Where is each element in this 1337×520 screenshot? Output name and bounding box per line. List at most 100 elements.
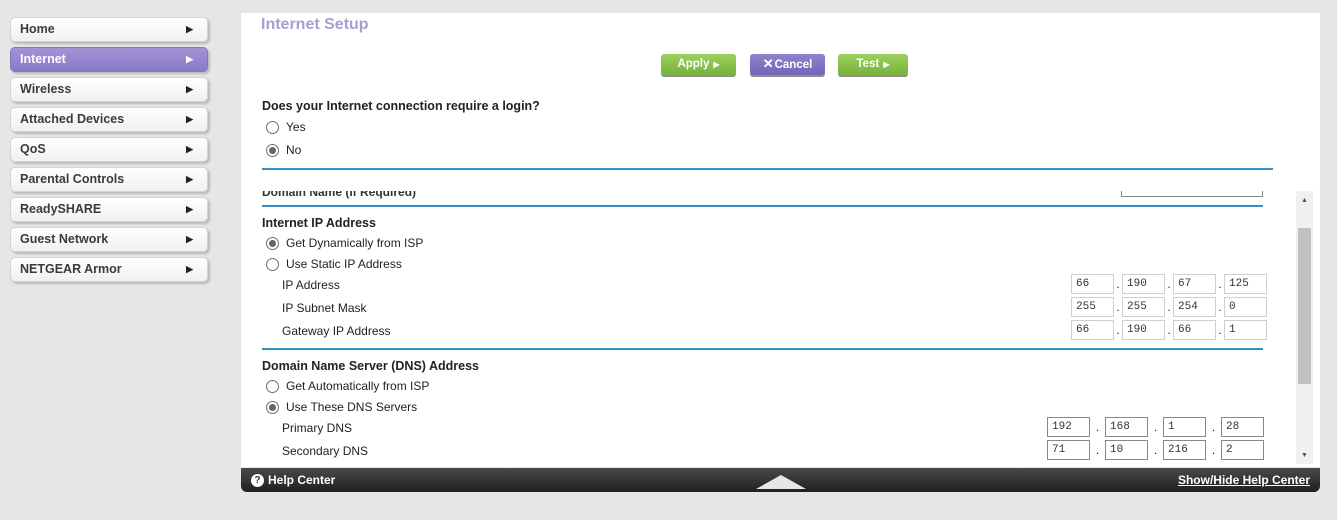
dns-auto-radio[interactable] [266, 379, 279, 393]
login-yes-radio[interactable] [266, 120, 279, 134]
sidebar-item-label: Attached Devices [20, 112, 125, 126]
triangle-right-icon: ▶ [186, 204, 193, 214]
ip-static-option[interactable]: Use Static IP Address [266, 257, 402, 271]
login-no-option[interactable]: No [266, 143, 301, 157]
subnet-octet-input[interactable]: 255 [1071, 297, 1114, 317]
gateway-octet-input[interactable]: 66 [1173, 320, 1216, 340]
sidebar-item-netgear-armor[interactable]: NETGEAR Armor ▶ [10, 257, 208, 282]
vertical-scrollbar[interactable]: ▲ ▼ [1296, 191, 1313, 464]
question-circle-icon: ? [251, 473, 264, 487]
subnet-octet-input[interactable]: 0 [1224, 297, 1267, 317]
ip-section-title: Internet IP Address [262, 216, 376, 230]
ip-address-field: 66 . 190 . 67 . 125 [1071, 274, 1267, 294]
sidebar-item-label: Guest Network [20, 232, 109, 246]
triangle-right-icon: ▶ [186, 54, 193, 64]
subnet-octet-input[interactable]: 255 [1122, 297, 1165, 317]
scroll-down-icon[interactable]: ▼ [1296, 448, 1313, 464]
ip-octet-input[interactable]: 67 [1173, 274, 1216, 294]
sidebar-item-label: Internet [20, 52, 66, 66]
sidebar-item-parental-controls[interactable]: Parental Controls ▶ [10, 167, 208, 192]
triangle-up-icon[interactable] [756, 475, 806, 489]
subnet-mask-label: IP Subnet Mask [282, 301, 367, 315]
sidebar-item-label: QoS [20, 142, 46, 156]
sidebar-nav: Home ▶ Internet ▶ Wireless ▶ Attached Devic… [10, 17, 208, 287]
secondary-dns-field: 71 . 10 . 216 . 2 [1047, 440, 1264, 460]
gateway-octet-input[interactable]: 1 [1224, 320, 1267, 340]
sidebar-item-wireless[interactable]: Wireless ▶ [10, 77, 208, 102]
secondary-dns-octet-input[interactable]: 71 [1047, 440, 1090, 460]
ip-octet-input[interactable]: 125 [1224, 274, 1267, 294]
dns-manual-option[interactable]: Use These DNS Servers [266, 400, 417, 414]
login-yes-option[interactable]: Yes [266, 120, 306, 134]
login-yes-label: Yes [286, 120, 306, 134]
domain-name-input[interactable] [1121, 191, 1263, 197]
triangle-right-icon: ▶ [186, 144, 193, 154]
scrollbar-thumb[interactable] [1298, 228, 1311, 384]
settings-scroll-area[interactable]: Domain Name (If Required) Internet IP Ad… [241, 191, 1320, 467]
sidebar-item-internet[interactable]: Internet ▶ [10, 47, 208, 72]
dns-section-title: Domain Name Server (DNS) Address [262, 359, 479, 373]
help-center-link[interactable]: ? Help Center [251, 473, 335, 487]
sidebar-item-label: Parental Controls [20, 172, 125, 186]
triangle-right-icon: ▶ [883, 60, 890, 69]
ip-dynamic-label: Get Dynamically from ISP [286, 236, 424, 250]
sidebar-item-qos[interactable]: QoS ▶ [10, 137, 208, 162]
page-title: Internet Setup [261, 16, 369, 33]
main-panel: Internet Setup Apply ▶ ✕Cancel Test ▶ Does… [241, 13, 1320, 467]
secondary-dns-octet-input[interactable]: 2 [1221, 440, 1264, 460]
login-no-label: No [286, 143, 302, 157]
triangle-right-icon: ▶ [186, 234, 193, 244]
gateway-octet-input[interactable]: 66 [1071, 320, 1114, 340]
cancel-label: Cancel [774, 59, 813, 71]
sidebar-item-label: Wireless [20, 82, 72, 96]
ip-dynamic-option[interactable]: Get Dynamically from ISP [266, 236, 423, 250]
show-hide-help-link[interactable]: Show/Hide Help Center [1178, 473, 1310, 487]
gateway-field: 66 . 190 . 66 . 1 [1071, 320, 1267, 340]
secondary-dns-octet-input[interactable]: 216 [1163, 440, 1206, 460]
test-label: Test [856, 58, 880, 70]
dns-auto-label: Get Automatically from ISP [286, 379, 430, 393]
ip-octet-input[interactable]: 190 [1122, 274, 1165, 294]
triangle-right-icon: ▶ [186, 264, 193, 274]
ip-static-label: Use Static IP Address [286, 257, 402, 271]
primary-dns-octet-input[interactable]: 28 [1221, 417, 1264, 437]
primary-dns-octet-input[interactable]: 1 [1163, 417, 1206, 437]
close-icon: ✕ [762, 56, 774, 71]
section-divider [262, 205, 1263, 207]
help-center-bar: ? Help Center Show/Hide Help Center [241, 468, 1320, 492]
section-divider [262, 348, 1263, 350]
ip-octet-input[interactable]: 66 [1071, 274, 1114, 294]
subnet-octet-input[interactable]: 254 [1173, 297, 1216, 317]
subnet-mask-field: 255 . 255 . 254 . 0 [1071, 297, 1267, 317]
login-question: Does your Internet connection require a … [262, 99, 540, 113]
secondary-dns-octet-input[interactable]: 10 [1105, 440, 1148, 460]
ip-address-label: IP Address [282, 278, 340, 292]
apply-label: Apply [677, 58, 710, 70]
domain-name-label: Domain Name (If Required) [262, 191, 417, 199]
primary-dns-field: 192 . 168 . 1 . 28 [1047, 417, 1264, 437]
test-button[interactable]: Test ▶ [838, 54, 908, 75]
help-center-label: Help Center [268, 473, 336, 487]
sidebar-item-attached-devices[interactable]: Attached Devices ▶ [10, 107, 208, 132]
section-divider [262, 168, 1273, 170]
scroll-up-icon[interactable]: ▲ [1296, 193, 1313, 209]
dns-auto-option[interactable]: Get Automatically from ISP [266, 379, 429, 393]
apply-button[interactable]: Apply ▶ [661, 54, 736, 75]
sidebar-item-label: Home [20, 22, 55, 36]
primary-dns-label: Primary DNS [282, 421, 353, 435]
triangle-right-icon: ▶ [713, 60, 720, 69]
cancel-button[interactable]: ✕Cancel [750, 54, 825, 75]
gateway-octet-input[interactable]: 190 [1122, 320, 1165, 340]
ip-static-radio[interactable] [266, 257, 279, 271]
ip-dynamic-radio[interactable] [266, 236, 279, 250]
dns-manual-radio[interactable] [266, 400, 279, 414]
sidebar-item-guest-network[interactable]: Guest Network ▶ [10, 227, 208, 252]
sidebar-item-label: ReadySHARE [20, 202, 102, 216]
primary-dns-octet-input[interactable]: 168 [1105, 417, 1148, 437]
triangle-right-icon: ▶ [186, 84, 193, 94]
sidebar-item-readyshare[interactable]: ReadySHARE ▶ [10, 197, 208, 222]
primary-dns-octet-input[interactable]: 192 [1047, 417, 1090, 437]
sidebar-item-home[interactable]: Home ▶ [10, 17, 208, 42]
secondary-dns-label: Secondary DNS [282, 444, 369, 458]
login-no-radio[interactable] [266, 143, 279, 157]
